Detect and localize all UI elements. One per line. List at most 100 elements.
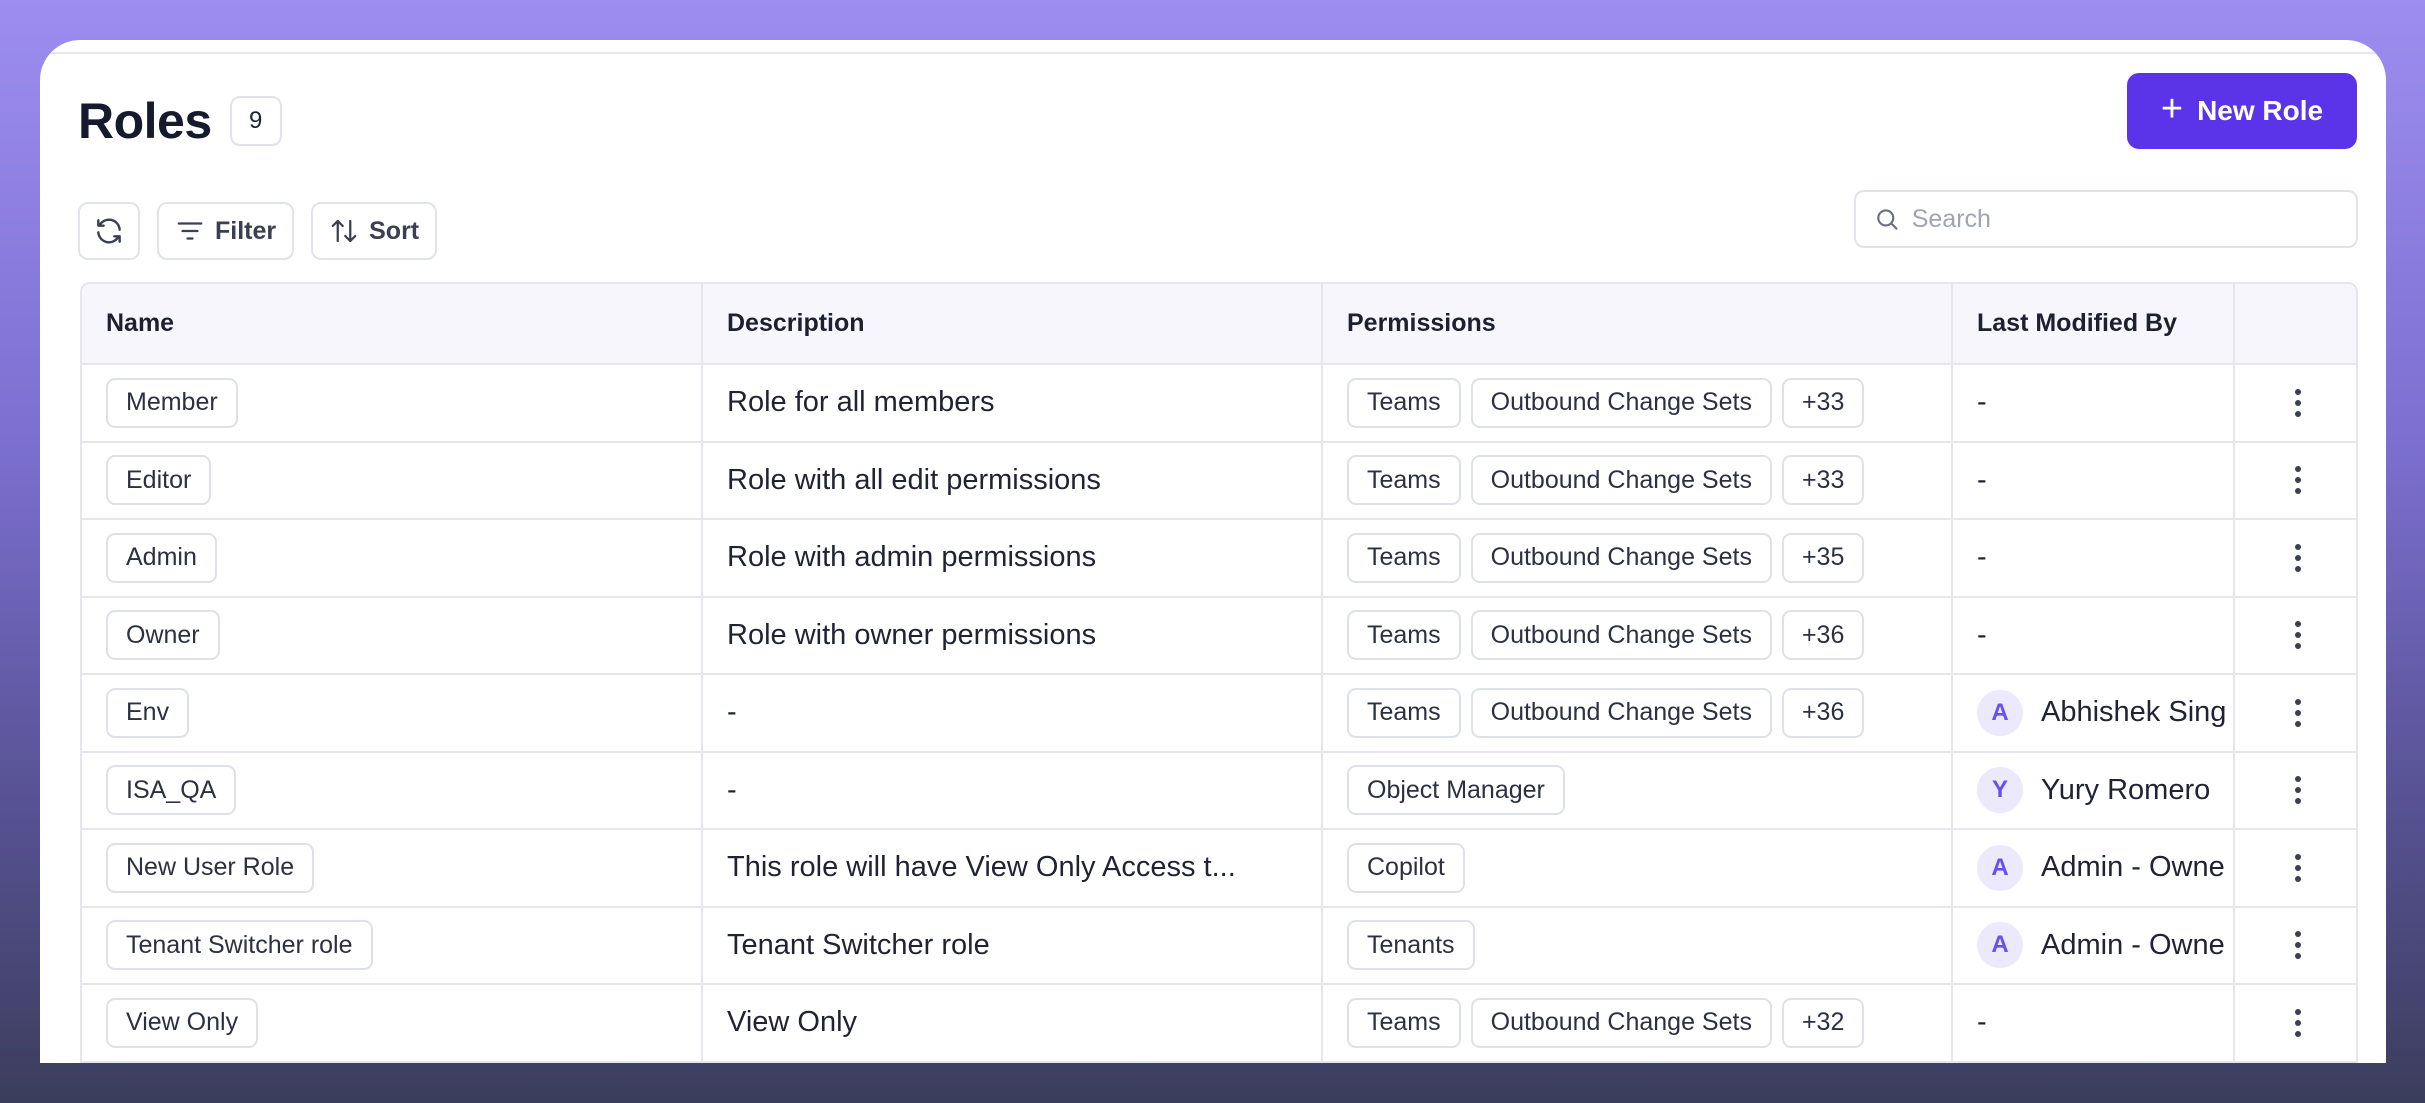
permission-chip[interactable]: Teams bbox=[1347, 455, 1461, 506]
table-row[interactable]: Tenant Switcher role Tenant Switcher role… bbox=[82, 906, 2356, 985]
actions-cell bbox=[2234, 984, 2356, 1063]
permission-chip[interactable]: Outbound Change Sets bbox=[1470, 687, 1772, 738]
new-role-label: New Role bbox=[2197, 95, 2324, 126]
permissions-cell: Teams Outbound Change Sets +35 bbox=[1322, 519, 1953, 598]
role-name-chip[interactable]: Owner bbox=[106, 610, 220, 661]
description-cell: View Only bbox=[702, 984, 1323, 1063]
permissions-cell: Teams Outbound Change Sets +36 bbox=[1322, 596, 1953, 675]
modified-by-name: Yury Romero bbox=[2041, 773, 2211, 806]
page-title: Roles bbox=[78, 93, 212, 149]
role-description: Tenant Switcher role bbox=[727, 928, 990, 961]
sort-label: Sort bbox=[369, 216, 420, 245]
more-permissions-chip[interactable]: +33 bbox=[1781, 377, 1865, 428]
actions-cell bbox=[2234, 751, 2356, 830]
permission-chip[interactable]: Outbound Change Sets bbox=[1470, 610, 1772, 661]
role-name-chip[interactable]: View Only bbox=[106, 997, 259, 1048]
modified-by-user: - bbox=[1977, 1006, 2209, 1039]
description-cell: Role with all edit permissions bbox=[702, 441, 1323, 520]
role-description: Role with all edit permissions bbox=[727, 463, 1101, 496]
divider bbox=[40, 52, 2386, 54]
row-menu-button[interactable] bbox=[2259, 908, 2336, 983]
filter-icon bbox=[177, 222, 203, 240]
sort-button[interactable]: Sort bbox=[311, 202, 438, 260]
modified-by-user: - bbox=[1977, 464, 2209, 497]
permission-chip[interactable]: Outbound Change Sets bbox=[1470, 532, 1772, 583]
column-header-last-modified-by[interactable]: Last Modified By bbox=[1952, 284, 2235, 365]
modified-by-name: Admin - Owne bbox=[2041, 851, 2225, 884]
column-header-name[interactable]: Name bbox=[82, 284, 703, 365]
permission-chips: Tenants bbox=[1347, 920, 1927, 971]
permission-chips: Copilot bbox=[1347, 842, 1927, 893]
table-row[interactable]: Member Role for all members Teams Outbound … bbox=[82, 364, 2356, 443]
more-permissions-chip[interactable]: +36 bbox=[1781, 610, 1865, 661]
row-menu-button[interactable] bbox=[2259, 365, 2336, 440]
modified-by-name: - bbox=[1977, 386, 1987, 419]
last-modified-cell: - bbox=[1952, 364, 2235, 443]
table-row[interactable]: ISA_QA - Object Manager Y Yury Romero bbox=[82, 751, 2356, 830]
table-row[interactable]: Env - Teams Outbound Change Sets +36 A Abhishe… bbox=[82, 674, 2356, 753]
modified-by-name: Abhishek Sing bbox=[2041, 696, 2227, 729]
search-input[interactable] bbox=[1911, 204, 2338, 234]
refresh-button[interactable] bbox=[78, 202, 140, 260]
row-menu-button[interactable] bbox=[2259, 598, 2336, 673]
row-menu-button[interactable] bbox=[2259, 830, 2336, 905]
table-row[interactable]: Owner Role with owner permissions Teams Out… bbox=[82, 596, 2356, 675]
permission-chip[interactable]: Outbound Change Sets bbox=[1470, 997, 1772, 1048]
last-modified-cell: - bbox=[1952, 984, 2235, 1063]
table-row[interactable]: View Only View Only Teams Outbound Change S… bbox=[82, 984, 2356, 1063]
permission-chip[interactable]: Teams bbox=[1347, 610, 1461, 661]
role-name-chip[interactable]: Tenant Switcher role bbox=[106, 920, 373, 971]
role-name-chip[interactable]: Member bbox=[106, 377, 238, 428]
permissions-cell: Teams Outbound Change Sets +33 bbox=[1322, 441, 1953, 520]
name-cell: View Only bbox=[82, 984, 703, 1063]
more-permissions-chip[interactable]: +35 bbox=[1781, 532, 1865, 583]
permission-chip[interactable]: Copilot bbox=[1347, 842, 1465, 893]
role-description: View Only bbox=[727, 1006, 858, 1039]
permissions-cell: Tenants bbox=[1322, 906, 1953, 985]
role-name-chip[interactable]: Admin bbox=[106, 532, 217, 583]
avatar: A bbox=[1977, 844, 2023, 891]
more-permissions-chip[interactable]: +33 bbox=[1781, 455, 1865, 506]
search-box[interactable] bbox=[1854, 190, 2358, 248]
row-menu-button[interactable] bbox=[2259, 753, 2336, 828]
name-cell: Admin bbox=[82, 519, 703, 598]
name-cell: ISA_QA bbox=[82, 751, 703, 830]
more-vertical-icon bbox=[2294, 621, 2301, 650]
permission-chip[interactable]: Teams bbox=[1347, 997, 1461, 1048]
permission-chip[interactable]: Teams bbox=[1347, 377, 1461, 428]
permission-chip[interactable]: Teams bbox=[1347, 532, 1461, 583]
more-vertical-icon bbox=[2294, 388, 2301, 417]
table-row[interactable]: Editor Role with all edit permissions Team… bbox=[82, 441, 2356, 520]
description-cell: - bbox=[702, 751, 1323, 830]
more-permissions-chip[interactable]: +36 bbox=[1781, 687, 1865, 738]
column-header-permissions[interactable]: Permissions bbox=[1322, 284, 1953, 365]
description-cell: Role with admin permissions bbox=[702, 519, 1323, 598]
table-row[interactable]: Admin Role with admin permissions Teams Out… bbox=[82, 519, 2356, 598]
permission-chip[interactable]: Tenants bbox=[1347, 920, 1475, 971]
role-name-chip[interactable]: New User Role bbox=[106, 842, 315, 893]
row-menu-button[interactable] bbox=[2259, 443, 2336, 518]
permission-chip[interactable]: Outbound Change Sets bbox=[1470, 377, 1772, 428]
permission-chip[interactable]: Outbound Change Sets bbox=[1470, 455, 1772, 506]
description-cell: - bbox=[702, 674, 1323, 753]
column-header-actions bbox=[2234, 284, 2356, 365]
role-description: This role will have View Only Access t..… bbox=[727, 851, 1236, 884]
role-name-chip[interactable]: ISA_QA bbox=[106, 765, 237, 816]
name-cell: Member bbox=[82, 364, 703, 443]
column-header-description[interactable]: Description bbox=[702, 284, 1323, 365]
role-name-chip[interactable]: Env bbox=[106, 687, 190, 738]
role-description: Role for all members bbox=[727, 386, 995, 419]
permission-chip[interactable]: Teams bbox=[1347, 687, 1461, 738]
table-row[interactable]: New User Role This role will have View On… bbox=[82, 829, 2356, 908]
row-menu-button[interactable] bbox=[2259, 675, 2336, 750]
row-menu-button[interactable] bbox=[2259, 985, 2336, 1060]
more-permissions-chip[interactable]: +32 bbox=[1781, 997, 1865, 1048]
role-name-chip[interactable]: Editor bbox=[106, 455, 212, 506]
filter-button[interactable]: Filter bbox=[157, 202, 295, 260]
more-vertical-icon bbox=[2294, 698, 2301, 727]
modified-by-user: - bbox=[1977, 541, 2209, 574]
row-menu-button[interactable] bbox=[2259, 520, 2336, 595]
new-role-button[interactable]: + New Role bbox=[2127, 73, 2357, 149]
permission-chip[interactable]: Object Manager bbox=[1347, 765, 1565, 816]
modified-by-name: - bbox=[1977, 463, 1987, 496]
